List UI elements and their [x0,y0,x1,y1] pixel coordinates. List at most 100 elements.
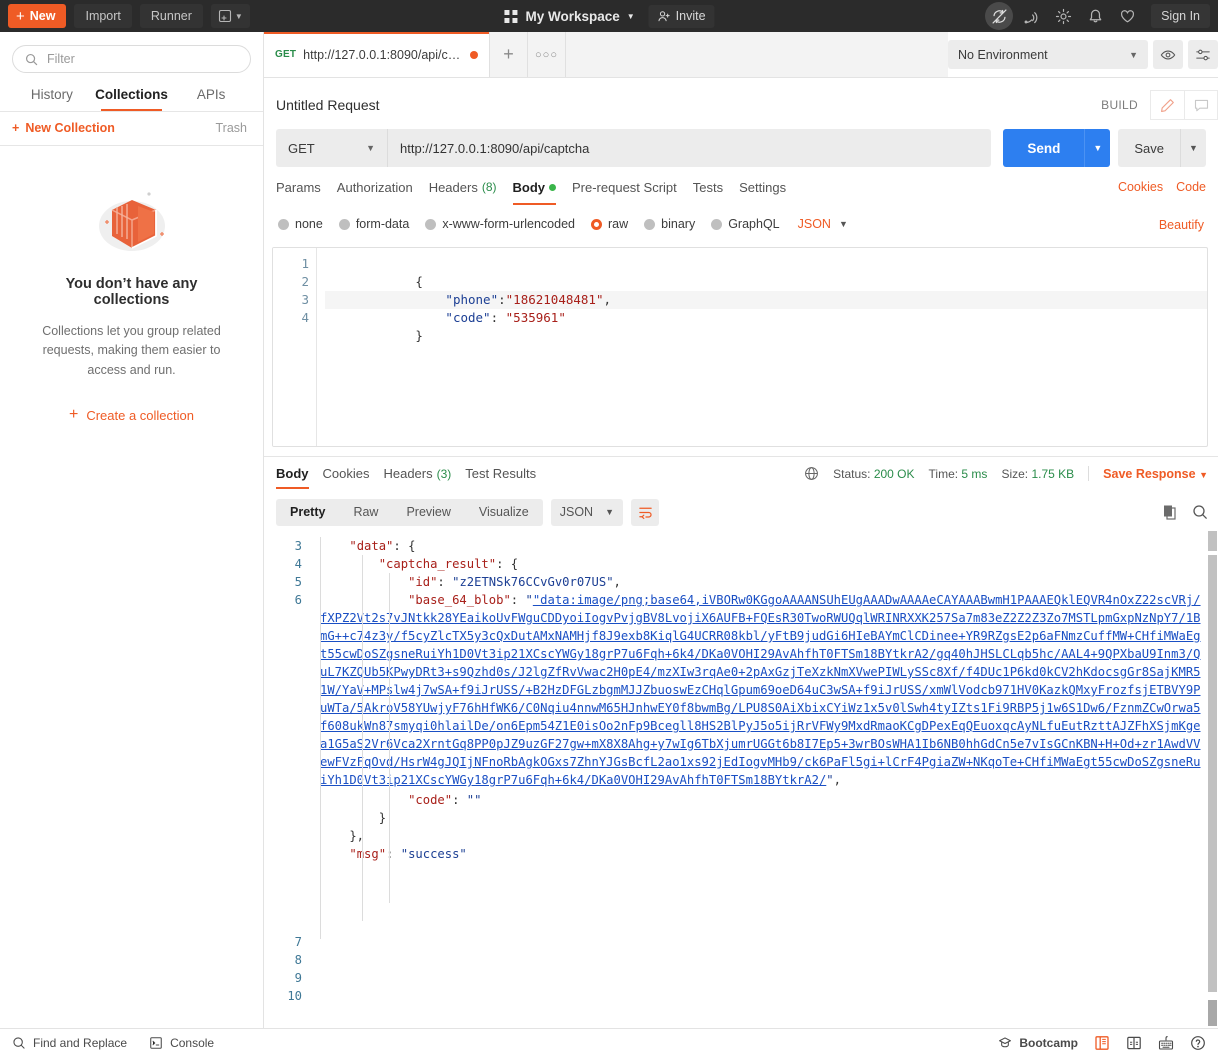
sign-in-button[interactable]: Sign In [1151,4,1210,28]
layout-split-button[interactable] [1126,1035,1142,1051]
response-tab-headers[interactable]: Headers (3) [383,466,465,489]
bootcamp-button[interactable]: Bootcamp [998,1036,1078,1050]
new-window-button[interactable]: ▼ [211,4,250,28]
notifications-icon-button[interactable] [1081,2,1109,30]
import-button[interactable]: Import [74,4,131,28]
view-mode-pretty[interactable]: Pretty [276,499,339,526]
scrollbar-thumb-bottom[interactable] [1208,1000,1217,1026]
wrap-lines-button[interactable] [631,499,659,526]
base64-blob-value[interactable]: "data:image/png;base64,iVBORw0KGgoAAAANS… [320,593,1201,787]
body-mode-raw-label: raw [608,217,628,231]
send-button[interactable]: Send [1003,129,1084,167]
response-tab-body-label: Body [276,466,309,481]
settings-icon-button[interactable] [1049,2,1077,30]
response-body-viewer[interactable]: 3 4 5 6 7 8 9 10 "data": {"data": { [264,528,1218,1028]
workspace-selector[interactable]: My Workspace ▼ [503,9,634,24]
body-mode-raw[interactable]: raw [591,217,628,231]
response-line-6: "base_64_blob": ""data:image/png;base64,… [320,591,1204,789]
cookies-link[interactable]: Cookies [1118,180,1163,194]
send-options-button[interactable]: ▼ [1084,129,1110,167]
save-button[interactable]: Save [1118,129,1180,167]
body-mode-urlencoded[interactable]: x-www-form-urlencoded [425,217,575,231]
search-response-button[interactable] [1192,504,1208,520]
scrollbar-thumb[interactable] [1208,531,1217,551]
chevron-down-icon: ▼ [366,143,375,153]
copy-button[interactable] [1162,504,1178,520]
invite-button[interactable]: Invite [649,5,715,28]
body-mode-graphql[interactable]: GraphQL [711,217,779,231]
sync-off-icon-button[interactable] [985,2,1013,30]
environment-quick-look-button[interactable] [1153,40,1183,69]
tab-authorization[interactable]: Authorization [337,180,429,205]
create-collection-button[interactable]: + Create a collection [69,406,194,424]
tab-headers[interactable]: Headers (8) [429,180,513,205]
url-input[interactable]: http://127.0.0.1:8090/api/captcha [388,129,991,167]
keyboard-shortcuts-button[interactable] [1158,1035,1174,1051]
response-tab-body[interactable]: Body [276,466,323,489]
find-and-replace-button[interactable]: Find and Replace [12,1036,127,1050]
tab-settings-label: Settings [739,180,786,195]
raw-format-select[interactable]: JSON ▼ [798,217,848,231]
comments-button[interactable] [1184,90,1218,120]
new-collection-button[interactable]: + New Collection [12,121,115,135]
response-scrollbar[interactable] [1206,529,1218,1028]
response-format-select[interactable]: JSON ▼ [551,499,623,526]
view-mode-preview[interactable]: Preview [392,499,464,526]
tab-params[interactable]: Params [276,180,337,205]
response-code[interactable]: "data": {"data": { "captcha_result": { "… [310,529,1218,1028]
person-add-icon [658,10,671,23]
response-line-5: "id": "z2ETNSk76CCvGv0r07US", [320,573,1204,591]
request-title[interactable]: Untitled Request [276,97,380,113]
view-mode-visualize[interactable]: Visualize [465,499,543,526]
request-editor-code[interactable]: { "phone":"18621048481", "code": "535961… [317,248,1207,446]
new-collection-label: New Collection [25,121,115,135]
chevron-down-icon: ▼ [627,12,635,21]
trash-button[interactable]: Trash [216,121,248,135]
code-link[interactable]: Code [1176,180,1206,194]
sidebar-tab-history[interactable]: History [12,83,92,111]
tab-options-button[interactable]: ○○○ [528,32,566,77]
save-response-button[interactable]: Save Response ▼ [1103,467,1208,481]
sidebar-filter-input[interactable]: Filter [12,45,251,73]
method-select[interactable]: GET ▼ [276,129,388,167]
sidebar-tabs: History Collections APIs [0,83,263,112]
environment-settings-button[interactable] [1188,40,1218,69]
tab-pre-request-script[interactable]: Pre-request Script [572,180,693,205]
sidebar-tab-apis[interactable]: APIs [171,83,251,111]
request-header: Untitled Request BUILD [264,78,1218,118]
console-button[interactable]: Console [149,1036,214,1050]
layout-two-pane-button[interactable] [1094,1035,1110,1051]
environment-selector[interactable]: No Environment ▼ [948,40,1148,69]
layout-split-icon [1126,1035,1142,1051]
scrollbar-track-fill[interactable] [1208,555,1217,992]
edit-request-button[interactable] [1150,90,1184,120]
new-button[interactable]: + New [8,4,66,28]
response-tab-test-results[interactable]: Test Results [465,466,550,489]
add-tab-button[interactable]: + [490,32,528,77]
body-mode-none[interactable]: none [278,217,323,231]
method-value: GET [288,141,315,156]
view-mode-raw[interactable]: Raw [339,499,392,526]
satellite-icon-button[interactable] [1017,2,1045,30]
token-key: "msg" [349,847,386,861]
token-indent [415,310,445,325]
request-tab[interactable]: GET http://127.0.0.1:8090/api/captcha [264,32,490,77]
favorites-icon-button[interactable] [1113,2,1141,30]
runner-button[interactable]: Runner [140,4,203,28]
save-options-button[interactable]: ▼ [1180,129,1206,167]
body-mode-binary[interactable]: binary [644,217,695,231]
beautify-button[interactable]: Beautify [1159,218,1204,232]
tab-body[interactable]: Body [513,180,573,205]
sync-off-icon [991,8,1008,25]
tab-tests[interactable]: Tests [693,180,739,205]
request-body-editor[interactable]: 1 2 3 4 { "phone":"18621048481", "code":… [272,247,1208,447]
heart-icon [1119,8,1136,25]
response-tab-cookies[interactable]: Cookies [323,466,384,489]
tab-authorization-label: Authorization [337,180,413,195]
help-button[interactable] [1190,1035,1206,1051]
tab-settings[interactable]: Settings [739,180,802,205]
line-number: 7 [264,933,302,951]
sidebar-tab-collections[interactable]: Collections [92,83,172,111]
empty-collections-illustration [82,182,182,262]
body-mode-form-data[interactable]: form-data [339,217,410,231]
